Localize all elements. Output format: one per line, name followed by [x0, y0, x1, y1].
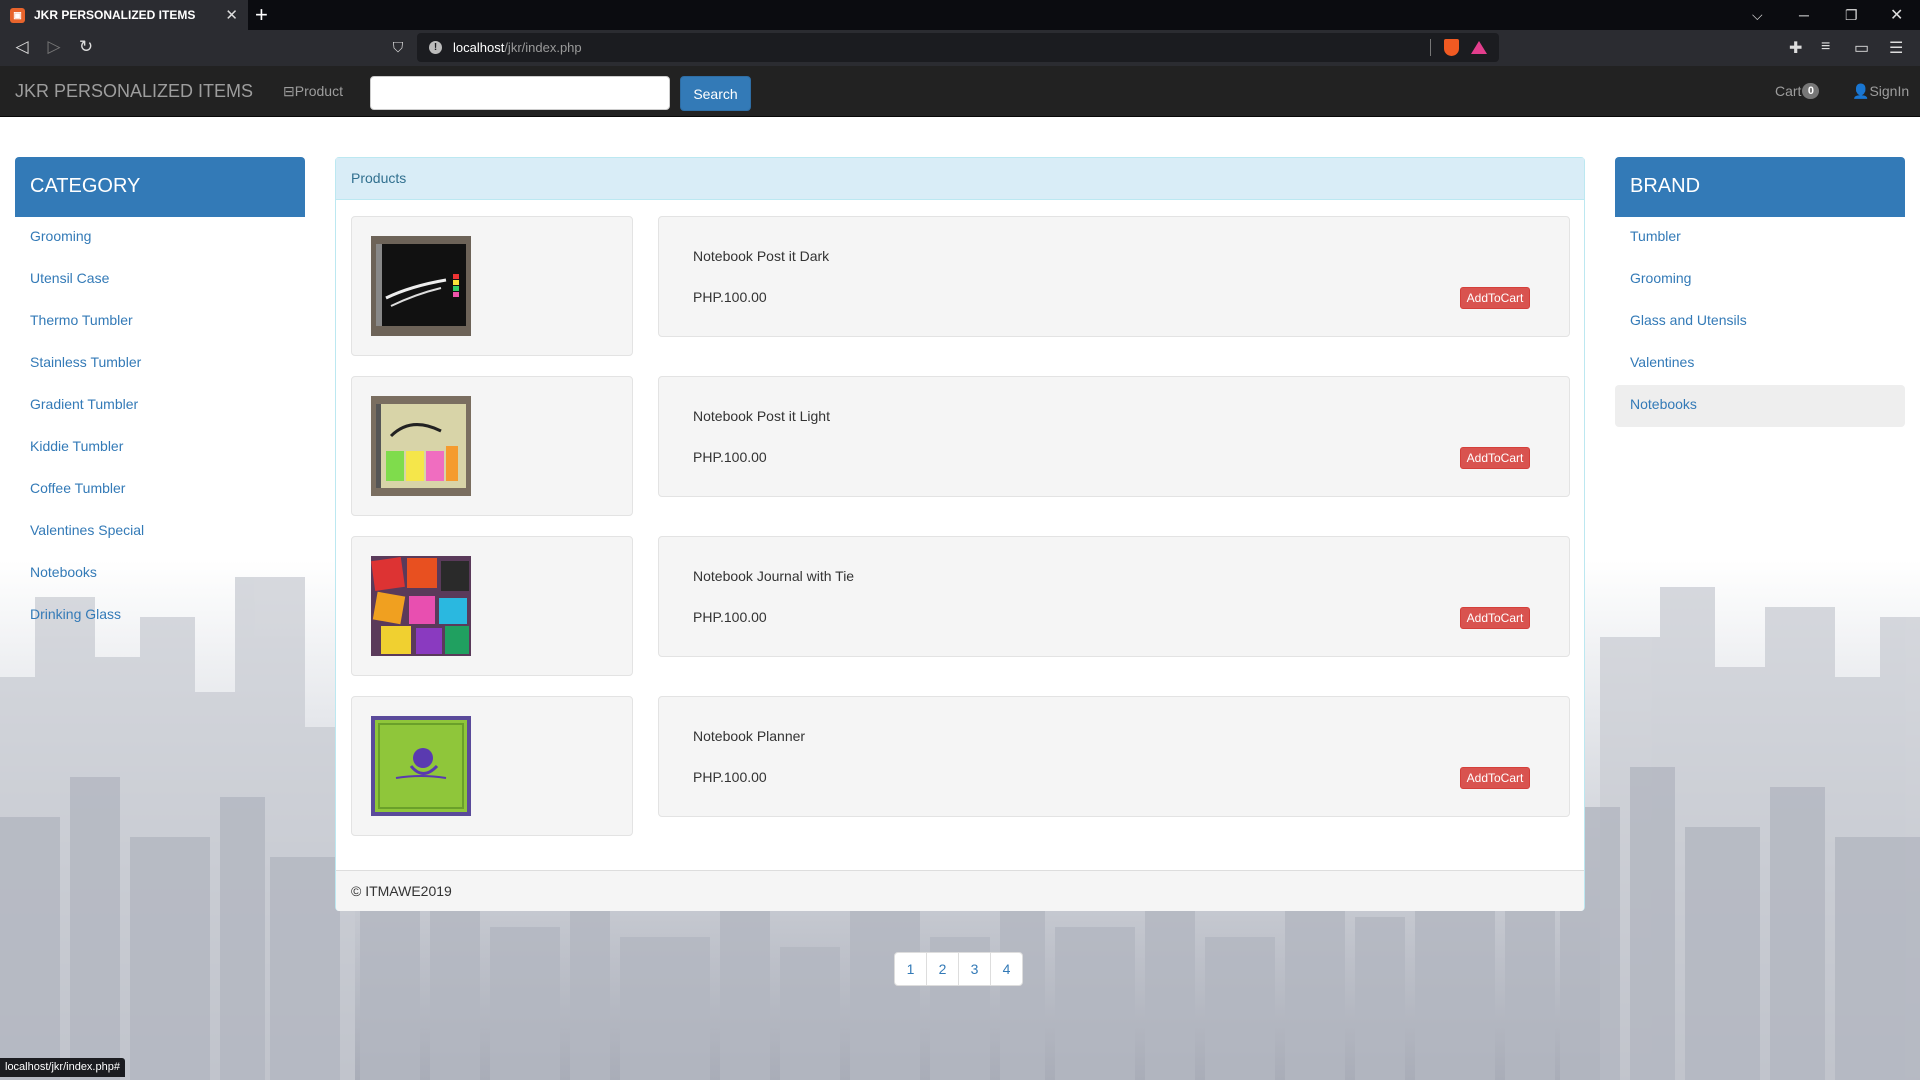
site-favicon-icon: ▣ — [10, 7, 25, 23]
cart-link[interactable]: Cart 0 — [1775, 83, 1820, 99]
product-price: PHP.100.00 — [693, 449, 767, 465]
notebook-journal-with-tie-image[interactable] — [371, 556, 471, 656]
brand-item-valentines[interactable]: Valentines — [1615, 343, 1905, 385]
close-window-icon[interactable]: ✕ — [1890, 0, 1903, 30]
product-info-well: Notebook Post it Light PHP.100.00 AddToC… — [658, 376, 1570, 497]
search-input[interactable] — [370, 76, 670, 110]
page-link-3[interactable]: 3 — [958, 952, 991, 986]
notebook-planner-image[interactable] — [371, 716, 471, 816]
close-tab-icon[interactable]: ✕ — [225, 6, 238, 24]
nav-product-link[interactable]: ⊟Product — [283, 83, 343, 100]
tab-title: JKR PERSONALIZED ITEMS — [34, 8, 196, 22]
site-info-icon[interactable]: ! — [429, 41, 442, 54]
minimize-icon[interactable]: ─ — [1799, 0, 1809, 30]
playlist-icon[interactable]: ≡ — [1821, 38, 1830, 56]
product-price: PHP.100.00 — [693, 609, 767, 625]
reload-icon[interactable]: ↻ — [75, 37, 97, 57]
product-image-well — [351, 696, 633, 836]
panel-footer: © ITMAWE2019 — [336, 870, 1584, 911]
bookmark-icon[interactable]: ⛉ — [387, 39, 409, 56]
cart-label: Cart — [1775, 83, 1802, 99]
product-name[interactable]: Notebook Planner — [693, 728, 805, 744]
search-button[interactable]: Search — [680, 76, 751, 111]
category-title: CATEGORY — [15, 157, 305, 217]
category-item-valentines-special[interactable]: Valentines Special — [15, 511, 305, 553]
product-name[interactable]: Notebook Post it Light — [693, 408, 830, 424]
category-item-utensil-case[interactable]: Utensil Case — [15, 259, 305, 301]
signin-label: SignIn — [1869, 83, 1910, 99]
extensions-icon[interactable]: ✚ — [1789, 38, 1802, 58]
category-item-grooming[interactable]: Grooming — [15, 217, 305, 259]
brand-list: Tumbler Grooming Glass and Utensils Valenti… — [1615, 217, 1905, 427]
browser-tab-bar: ▣ JKR PERSONALIZED ITEMS ✕ + ⌵ ─ ❐ ✕ — [0, 0, 1920, 30]
product-name[interactable]: Notebook Journal with Tie — [693, 568, 854, 584]
add-to-cart-button[interactable]: AddToCart — [1460, 767, 1530, 789]
wallet-icon[interactable]: ▭ — [1854, 38, 1869, 58]
page-link-4[interactable]: 4 — [990, 952, 1023, 986]
product-price: PHP.100.00 — [693, 769, 767, 785]
add-to-cart-button[interactable]: AddToCart — [1460, 287, 1530, 309]
browser-toolbar: ◁ ▷ ↻ ⛉ ! localhost/jkr/index.php ✚ ≡ ▭ … — [0, 30, 1920, 66]
brand-item-glass-and-utensils[interactable]: Glass and Utensils — [1615, 301, 1905, 343]
pagination: 1234 — [894, 952, 1023, 986]
browser-tab[interactable]: ▣ JKR PERSONALIZED ITEMS ✕ — [0, 0, 248, 30]
product-info-well: Notebook Post it Dark PHP.100.00 AddToCa… — [658, 216, 1570, 337]
notebook-post-it-dark-image[interactable] — [371, 236, 471, 336]
product-icon: ⊟ — [283, 83, 295, 99]
category-item-coffee-tumbler[interactable]: Coffee Tumbler — [15, 469, 305, 511]
brave-shields-icon[interactable] — [1444, 39, 1459, 56]
product-info-well: Notebook Journal with Tie PHP.100.00 Add… — [658, 536, 1570, 657]
page-link-2[interactable]: 2 — [926, 952, 959, 986]
add-to-cart-button[interactable]: AddToCart — [1460, 607, 1530, 629]
restore-icon[interactable]: ❐ — [1845, 0, 1858, 30]
cart-count-badge: 0 — [1802, 83, 1820, 99]
brand-sidebar: BRAND Tumbler Grooming Glass and Utensils V… — [1615, 157, 1905, 427]
url-host: localhost — [453, 40, 505, 55]
category-sidebar: CATEGORY Grooming Utensil Case Thermo Tumb… — [15, 157, 305, 637]
notebook-post-it-light-image[interactable] — [371, 396, 471, 496]
user-icon: 👤 — [1852, 83, 1870, 99]
product-image-well — [351, 216, 633, 356]
category-item-notebooks[interactable]: Notebooks — [15, 553, 305, 595]
category-item-drinking-glass[interactable]: Drinking Glass — [15, 595, 305, 637]
site-brand[interactable]: JKR PERSONALIZED ITEMS — [15, 81, 253, 102]
page-link-1[interactable]: 1 — [894, 952, 927, 986]
category-item-kiddie-tumbler[interactable]: Kiddie Tumbler — [15, 427, 305, 469]
menu-icon[interactable]: ☰ — [1889, 38, 1903, 58]
signin-link[interactable]: 👤SignIn — [1852, 83, 1909, 100]
url-path: /jkr/index.php — [504, 40, 582, 55]
product-image-well — [351, 376, 633, 516]
tab-search-chevron-icon[interactable]: ⌵ — [1752, 0, 1763, 30]
add-to-cart-button[interactable]: AddToCart — [1460, 447, 1530, 469]
brand-item-notebooks[interactable]: Notebooks — [1615, 385, 1905, 427]
status-bar-url: localhost/jkr/index.php# — [0, 1058, 125, 1077]
products-panel: Products Notebook Post it Dark PHP.100.0… — [335, 157, 1585, 911]
category-item-thermo-tumbler[interactable]: Thermo Tumbler — [15, 301, 305, 343]
brand-item-grooming[interactable]: Grooming — [1615, 259, 1905, 301]
brand-item-tumbler[interactable]: Tumbler — [1615, 217, 1905, 259]
site-navbar: JKR PERSONALIZED ITEMS ⊟Product Search C… — [0, 66, 1920, 117]
product-price: PHP.100.00 — [693, 289, 767, 305]
address-bar[interactable]: ! localhost/jkr/index.php — [417, 33, 1499, 62]
product-name[interactable]: Notebook Post it Dark — [693, 248, 829, 264]
category-item-stainless-tumbler[interactable]: Stainless Tumbler — [15, 343, 305, 385]
brave-rewards-icon[interactable] — [1471, 41, 1487, 54]
nav-product-label: Product — [294, 83, 343, 99]
product-image-well — [351, 536, 633, 676]
brand-title: BRAND — [1615, 157, 1905, 217]
product-info-well: Notebook Planner PHP.100.00 AddToCart — [658, 696, 1570, 817]
forward-icon[interactable]: ▷ — [43, 37, 65, 57]
new-tab-icon[interactable]: + — [255, 2, 268, 28]
back-icon[interactable]: ◁ — [11, 37, 33, 57]
category-list: Grooming Utensil Case Thermo Tumbler Stainl… — [15, 217, 305, 637]
products-heading: Products — [336, 158, 1584, 200]
category-item-gradient-tumbler[interactable]: Gradient Tumbler — [15, 385, 305, 427]
address-divider — [1430, 39, 1431, 56]
